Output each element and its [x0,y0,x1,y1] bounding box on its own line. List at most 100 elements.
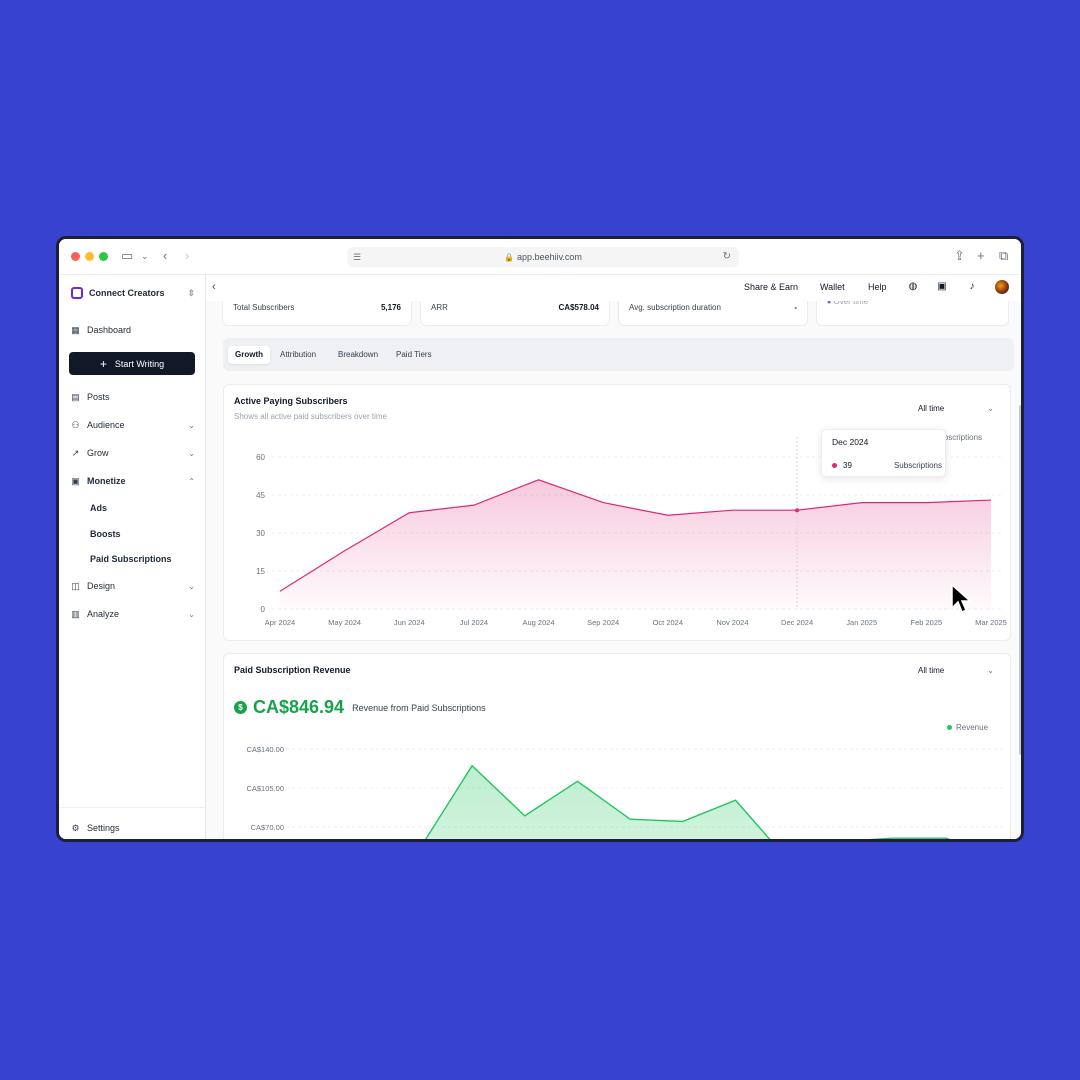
tooltip-title: Dec 2024 [832,437,869,447]
sidebar-subitem-paid-subscriptions[interactable]: Paid Subscriptions [90,554,172,564]
x-tick-label: Mar 2025 [975,618,1007,627]
y-tick-label: CA$70.00 [251,823,284,832]
sidebar-item-dashboard[interactable]: ▦ Dashboard [71,322,195,338]
x-tick-label: Sep 2024 [587,618,619,627]
mouse-cursor-icon [951,584,971,614]
collapse-sidebar-icon[interactable]: ‹ [212,281,216,293]
sidebar-item-label: Design [87,581,116,591]
back-icon[interactable]: ‹ [163,248,167,264]
sidebar-item-label: Posts [87,392,110,402]
stat-avg-duration: Avg. subscription duration - [618,297,808,326]
sidebar-item-label: Grow [87,448,109,458]
calendar-icon[interactable]: ▣ [935,280,949,294]
chart-tooltip: Dec 2024 39 Subscriptions [821,429,946,477]
chevron-updown-icon: ⇕ [187,287,195,298]
x-tick-label: May 2024 [328,618,361,627]
stat-label: Avg. subscription duration [629,303,721,312]
stat-total-subscribers: Total Subscribers 5,176 [222,297,412,326]
maximize-window-button[interactable] [99,252,108,261]
sidebar-subitem-boosts[interactable]: Boosts [90,529,121,539]
chevron-up-icon: ⌃ [188,476,195,486]
sidebar-item-label: Audience [87,420,125,430]
sidebar-toggle-icon[interactable]: ▭ [121,248,133,264]
active-subscribers-card: Active Paying Subscribers Shows all acti… [223,384,1011,641]
sidebar-item-analyze[interactable]: ▥ Analyze ⌄ [71,606,195,622]
stat-over-time: ● Over time [816,297,1009,326]
new-tab-icon[interactable]: + [977,248,985,264]
stat-value: - [794,303,797,312]
share-icon[interactable]: ⇪ [954,248,965,264]
tab-growth[interactable]: Growth [228,346,270,364]
reload-icon[interactable]: ↻ [723,247,731,267]
tooltip-series: Subscriptions [893,461,942,470]
sidebar-item-label: Settings [87,823,120,833]
y-tick-label: 60 [256,453,265,462]
tabs-overview-icon[interactable]: ⧉ [999,248,1008,264]
share-earn-link[interactable]: Share & Earn [744,282,798,292]
sidebar-item-settings[interactable]: ⚙ Settings [71,820,195,836]
stat-label: Total Subscribers [233,303,295,312]
workspace-logo-icon [71,287,83,299]
sidebar-subitem-ads[interactable]: Ads [90,503,107,513]
revenue-chart: CA$70.00 CA$105.00 CA$140.00 [246,745,1004,839]
sidebar-item-monetize[interactable]: ▣ Monetize ⌃ [71,473,195,489]
bar-chart-icon: ▥ [71,608,80,619]
minimize-window-button[interactable] [85,252,94,261]
stat-label: ARR [431,303,448,312]
sidebar-item-posts[interactable]: ▤ Posts [71,389,195,405]
help-link[interactable]: Help [868,282,887,292]
address-bar[interactable]: ☰ 🔒 app.beehiiv.com ↻ [347,247,739,267]
avatar[interactable] [995,280,1009,294]
url-text: app.beehiiv.com [517,252,582,262]
x-tick-label: Jan 2025 [846,618,877,627]
plus-icon: + [99,356,107,371]
users-icon: ⚇ [71,419,80,430]
start-writing-button[interactable]: + Start Writing [69,352,195,375]
stat-value: CA$578.04 [558,303,599,312]
trend-icon: ↗ [71,447,80,458]
analytics-tabs: Growth Attribution Breakdown Paid Tiers [223,338,1014,371]
sidebar-item-label: Analyze [87,609,120,619]
monetize-icon: ▣ [71,475,80,486]
x-tick-label: Oct 2024 [653,618,683,627]
tab-paid-tiers[interactable]: Paid Tiers [389,346,439,364]
x-tick-label: Aug 2024 [522,618,554,627]
workspace-switcher[interactable]: Connect Creators ⇕ [71,284,195,302]
tab-settings-icon: ☰ [353,252,362,262]
stat-arr: ARR CA$578.04 [420,297,610,326]
main-content: Total Subscribers 5,176 ARR CA$578.04 Av… [206,275,1021,839]
series-area [280,479,991,609]
globe-icon[interactable]: ◍ [906,280,920,294]
forward-icon[interactable]: › [185,248,189,264]
y-tick-label: 30 [256,529,265,538]
tooltip-row: 39 Subscriptions [832,461,942,470]
tooltip-swatch [832,463,837,468]
close-window-button[interactable] [71,252,80,261]
wallet-link[interactable]: Wallet [820,282,845,292]
y-tick-label: CA$105.00 [246,784,284,793]
browser-window: ▭ ⌄ ‹ › ☰ 🔒 app.beehiiv.com ↻ ⇪ + ⧉ Conne… [56,236,1024,842]
sidebar-item-grow[interactable]: ↗ Grow ⌄ [71,445,195,461]
chevron-down-icon: ⌄ [188,609,195,619]
y-tick-label: CA$140.00 [246,745,284,754]
tab-attribution[interactable]: Attribution [273,346,323,364]
chevron-down-icon[interactable]: ⌄ [141,248,149,264]
document-icon: ▤ [71,391,80,402]
stat-value: 5,176 [380,303,401,312]
sidebar-item-audience[interactable]: ⚇ Audience ⌄ [71,417,195,433]
revenue-card: Paid Subscription Revenue All time ⌄ $ C… [223,653,1011,839]
grid-icon: ▦ [71,324,80,335]
top-bar: ‹ Share & Earn Wallet Help ◍ ▣ ♪ [206,275,1021,301]
lock-icon: 🔒 [504,253,515,262]
scrollbar[interactable] [1019,405,1021,755]
tab-breakdown[interactable]: Breakdown [331,346,385,364]
bell-icon[interactable]: ♪ [965,280,979,294]
start-writing-label: Start Writing [114,358,165,369]
tooltip-value: 39 [843,461,852,470]
sidebar-item-design[interactable]: ◫ Design ⌄ [71,578,195,594]
sidebar-item-label: Monetize [87,476,126,486]
sidebar-item-label: Dashboard [87,325,132,335]
chevron-down-icon: ⌄ [188,448,195,458]
x-tick-label: Apr 2024 [265,618,295,627]
workspace-name: Connect Creators [89,288,165,298]
